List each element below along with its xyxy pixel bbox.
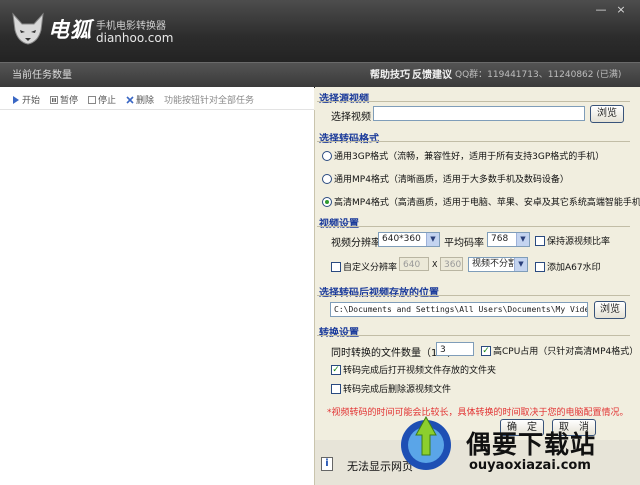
pause-button[interactable]: 暂停 bbox=[50, 93, 78, 106]
format-mp4-label: 通用MP4格式（清晰画质，适用于大多数手机及数码设备） bbox=[334, 175, 569, 185]
section-divider bbox=[317, 141, 630, 142]
stop-label: 停止 bbox=[98, 96, 117, 106]
play-icon bbox=[12, 96, 20, 104]
bitrate-select[interactable]: 768 ▼ bbox=[487, 232, 530, 247]
format-section-title: 选择转码格式 bbox=[319, 134, 379, 145]
watermark-label: 添加A67水印 bbox=[547, 263, 601, 273]
open-folder-label: 转码完成后打开视频文件存放的文件夹 bbox=[343, 366, 497, 376]
bitrate-value: 768 bbox=[491, 234, 509, 244]
custom-width-input[interactable]: 640 bbox=[399, 257, 429, 271]
info-icon: i bbox=[321, 457, 333, 471]
start-button[interactable]: 开始 bbox=[12, 93, 40, 106]
pause-label: 暂停 bbox=[60, 96, 79, 106]
output-section-title: 选择转码后视频存放的位置 bbox=[319, 288, 439, 299]
brand-name: 电狐 bbox=[48, 18, 92, 42]
toolbar-hint: 功能按钮针对全部任务 bbox=[164, 96, 255, 106]
chevron-down-icon: ▼ bbox=[516, 233, 529, 246]
qq-group-text: QQ群：119441713、11240862 (已满) bbox=[455, 70, 622, 80]
high-cpu-checkbox[interactable]: ✓ bbox=[481, 346, 491, 356]
keep-ratio-label: 保持源视频比率 bbox=[547, 237, 611, 247]
pause-icon bbox=[50, 96, 58, 104]
x-label: X bbox=[432, 260, 438, 269]
custom-resolution-checkbox[interactable] bbox=[331, 262, 341, 272]
select-video-section-title: 选择源视频 bbox=[319, 94, 369, 105]
watermark-checkbox[interactable] bbox=[535, 262, 545, 272]
custom-height-input[interactable]: 360 bbox=[440, 257, 463, 271]
watermark-title: 偶要下载站 bbox=[466, 430, 597, 459]
delete-source-checkbox[interactable] bbox=[331, 384, 341, 394]
download-site-logo-icon bbox=[397, 413, 455, 473]
format-3gp-radio[interactable] bbox=[322, 151, 332, 161]
task-count-label: 当前任务数量 bbox=[12, 70, 72, 81]
fox-logo-icon bbox=[10, 12, 46, 46]
split-select[interactable]: 视频不分割 ▼ bbox=[468, 257, 528, 272]
resolution-select[interactable]: 640*360 ▼ bbox=[378, 232, 440, 247]
browse-output-button[interactable]: 浏览 bbox=[594, 301, 626, 319]
section-divider bbox=[317, 295, 630, 296]
close-button[interactable]: × bbox=[612, 4, 630, 16]
task-list[interactable] bbox=[0, 110, 315, 485]
delete-label: 删除 bbox=[136, 96, 155, 106]
brand-domain: dianhoo.com bbox=[96, 31, 174, 45]
app-subtitle: 手机电影转换器 bbox=[96, 21, 166, 32]
minimize-button[interactable]: — bbox=[592, 4, 610, 16]
chevron-down-icon: ▼ bbox=[514, 258, 527, 271]
format-3gp-label: 通用3GP格式（流畅，兼容性好，适用于所有支持3GP格式的手机） bbox=[334, 152, 605, 162]
select-video-label: 选择视频 bbox=[331, 112, 371, 123]
browse-video-button[interactable]: 浏览 bbox=[590, 105, 624, 123]
stop-icon bbox=[88, 96, 96, 104]
conversion-note: *视频转码的时间可能会比较长，具体转换的时间取决于您的电脑配置情况。 bbox=[327, 408, 629, 418]
delete-button[interactable]: 删除 bbox=[126, 93, 154, 106]
video-settings-section-title: 视频设置 bbox=[319, 219, 359, 230]
video-file-input[interactable] bbox=[373, 106, 585, 121]
high-cpu-label: 高CPU占用（只针对高清MP4格式） bbox=[493, 347, 639, 357]
delete-source-label: 转码完成后删除源视频文件 bbox=[343, 385, 452, 395]
output-path-input[interactable]: C:\Documents and Settings\All Users\Docu… bbox=[330, 302, 588, 317]
chevron-down-icon: ▼ bbox=[426, 233, 439, 246]
resolution-label: 视频分辨率 bbox=[331, 238, 381, 249]
convert-section-title: 转换设置 bbox=[319, 328, 359, 339]
section-divider bbox=[317, 226, 630, 227]
resolution-value: 640*360 bbox=[382, 234, 421, 244]
stop-button[interactable]: 停止 bbox=[88, 93, 116, 106]
split-value: 视频不分割 bbox=[472, 259, 518, 269]
bitrate-label: 平均码率 bbox=[444, 238, 484, 249]
start-label: 开始 bbox=[22, 96, 41, 106]
format-hd-mp4-label: 高清MP4格式（高清画质，适用于电脑、苹果、安卓及其它系统高端智能手机） bbox=[334, 198, 640, 208]
delete-icon bbox=[126, 96, 134, 104]
section-divider bbox=[317, 101, 630, 102]
concurrent-input[interactable]: 3 bbox=[436, 342, 474, 356]
format-mp4-radio[interactable] bbox=[322, 174, 332, 184]
format-hd-mp4-radio[interactable] bbox=[322, 197, 332, 207]
open-folder-checkbox[interactable]: ✓ bbox=[331, 365, 341, 375]
section-divider bbox=[317, 335, 630, 336]
custom-resolution-label: 自定义分辨率 bbox=[343, 263, 398, 273]
task-toolbar bbox=[0, 87, 314, 110]
watermark-url: ouyaoxiazai.com bbox=[469, 458, 591, 473]
help-link[interactable]: 帮助技巧 bbox=[370, 66, 410, 81]
keep-ratio-checkbox[interactable] bbox=[535, 236, 545, 246]
feedback-link[interactable]: 反馈建议 bbox=[412, 66, 452, 81]
